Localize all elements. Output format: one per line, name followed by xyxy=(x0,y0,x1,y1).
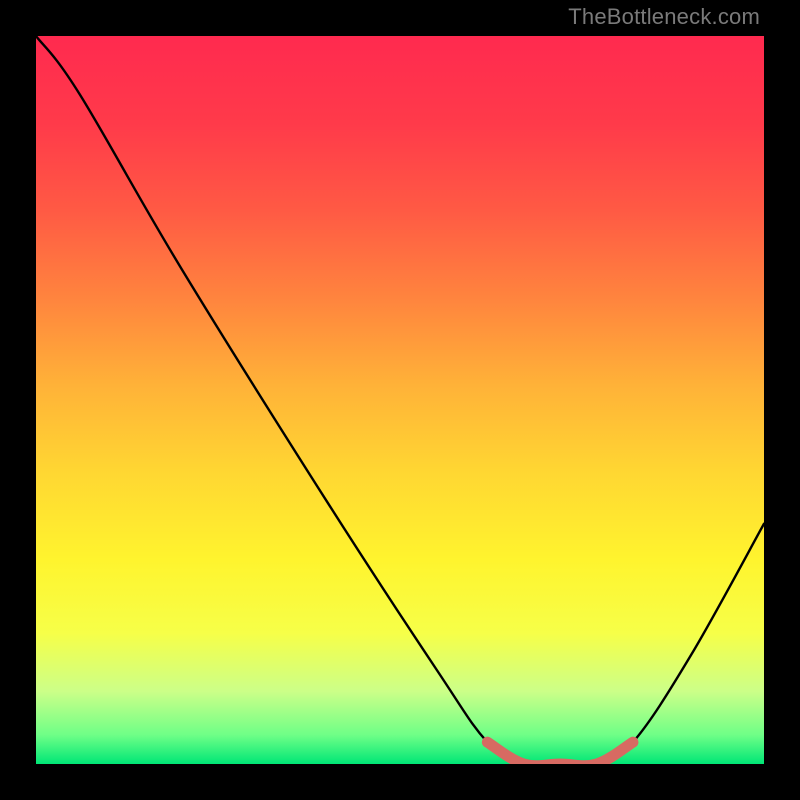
curve-line xyxy=(36,36,764,764)
chart-svg xyxy=(36,36,764,764)
chart-frame xyxy=(36,36,764,764)
curve-highlight xyxy=(487,742,633,764)
watermark-text: TheBottleneck.com xyxy=(568,4,760,30)
